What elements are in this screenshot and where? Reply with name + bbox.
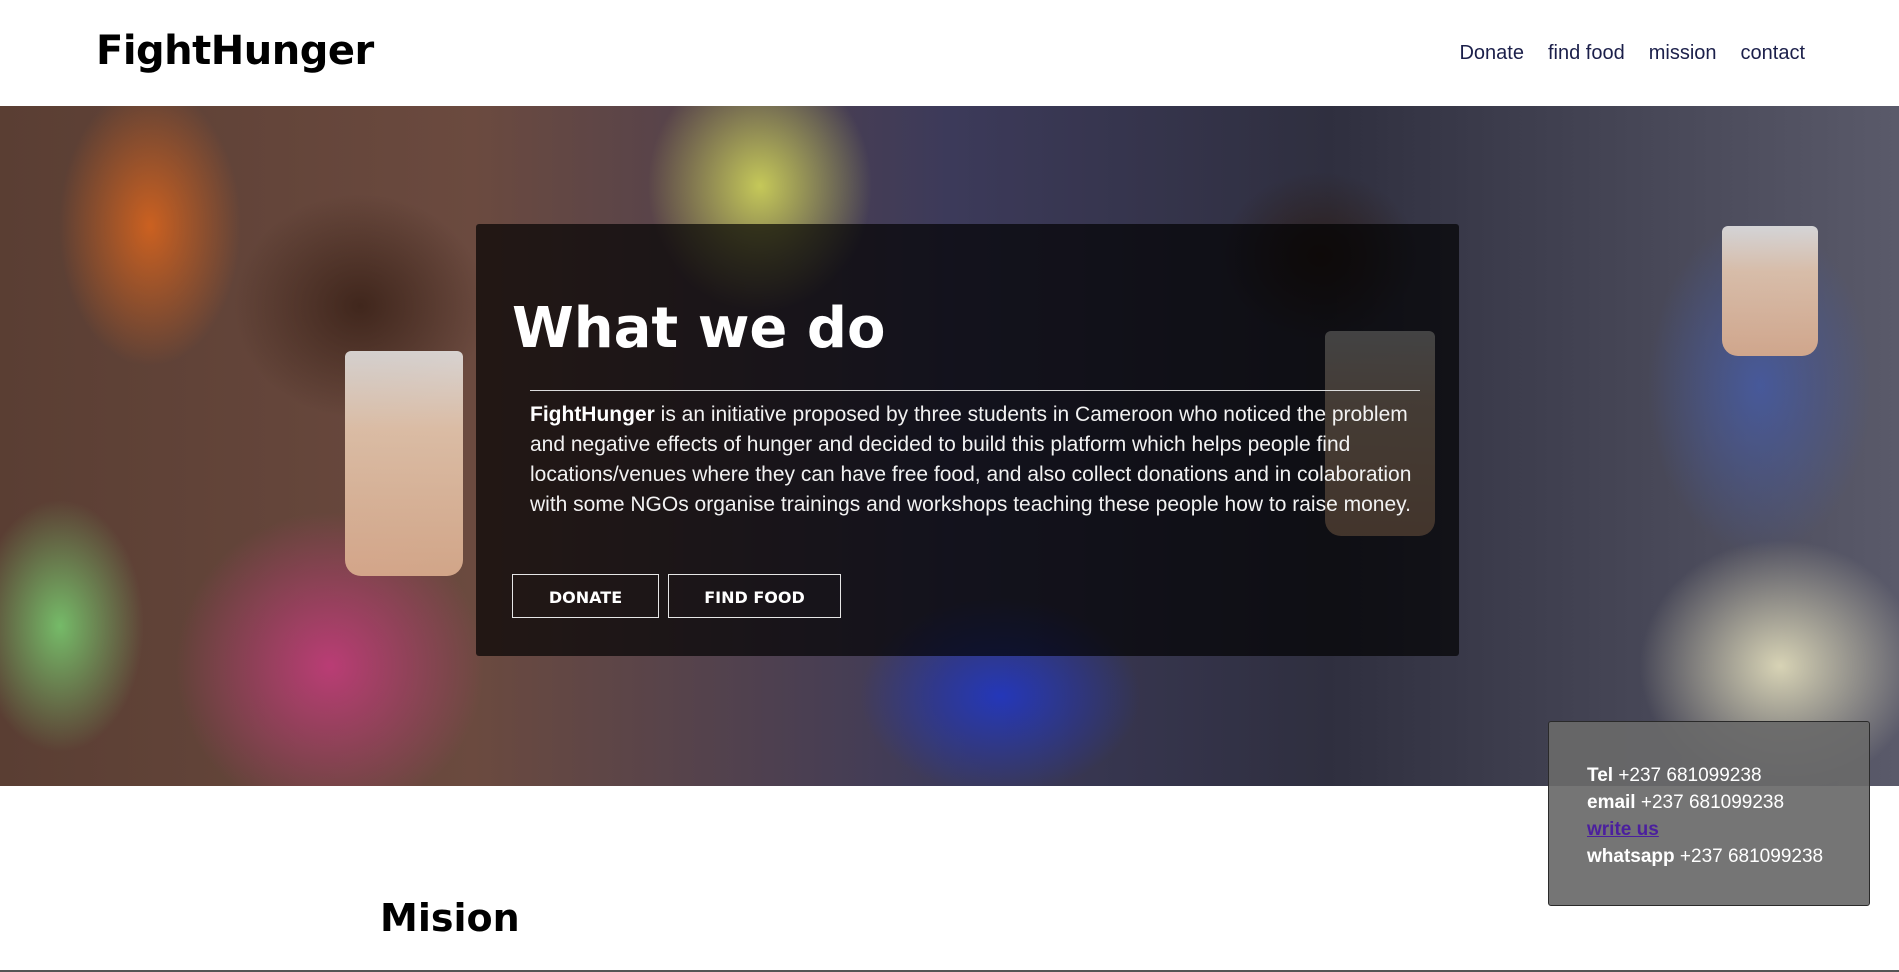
mission-title: Mision xyxy=(380,896,520,940)
main-nav: Donate find food mission contact xyxy=(1459,42,1805,65)
contact-whatsapp-value: +237 681099238 xyxy=(1679,846,1824,867)
contact-email-label: email xyxy=(1587,792,1636,813)
contact-whatsapp-label: whatsapp xyxy=(1587,846,1675,867)
hero-section: What we do FightHunger is an initiative … xyxy=(0,106,1899,786)
site-header: FightHunger Donate find food mission con… xyxy=(0,0,1899,106)
hero-card: What we do FightHunger is an initiative … xyxy=(476,224,1459,656)
contact-box: Tel +237 681099238 email +237 681099238 … xyxy=(1548,721,1870,906)
contact-tel-value: +237 681099238 xyxy=(1618,765,1762,786)
hero-description-brand: FightHunger xyxy=(530,403,655,426)
find-food-button[interactable]: FIND FOOD xyxy=(668,574,841,618)
contact-email-row: email +237 681099238 xyxy=(1587,789,1869,816)
contact-write-row: write us xyxy=(1587,816,1869,843)
donate-button[interactable]: DONATE xyxy=(512,574,659,618)
cup-shape xyxy=(1722,226,1818,356)
contact-whatsapp-row: whatsapp +237 681099238 xyxy=(1587,843,1869,870)
cup-shape xyxy=(345,351,463,576)
nav-donate[interactable]: Donate xyxy=(1459,42,1524,65)
nav-find-food[interactable]: find food xyxy=(1548,42,1625,65)
hero-title: What we do xyxy=(512,296,886,361)
hero-divider xyxy=(530,390,1420,391)
hero-description: FightHunger is an initiative proposed by… xyxy=(530,400,1420,520)
nav-mission[interactable]: mission xyxy=(1649,42,1717,65)
contact-email-value: +237 681099238 xyxy=(1640,792,1785,813)
contact-tel-row: Tel +237 681099238 xyxy=(1587,762,1869,789)
nav-contact[interactable]: contact xyxy=(1741,42,1805,65)
write-us-link[interactable]: write us xyxy=(1587,819,1659,840)
hero-description-text: is an initiative proposed by three stude… xyxy=(530,403,1412,516)
brand-logo[interactable]: FightHunger xyxy=(96,28,374,74)
contact-tel-label: Tel xyxy=(1587,765,1614,786)
